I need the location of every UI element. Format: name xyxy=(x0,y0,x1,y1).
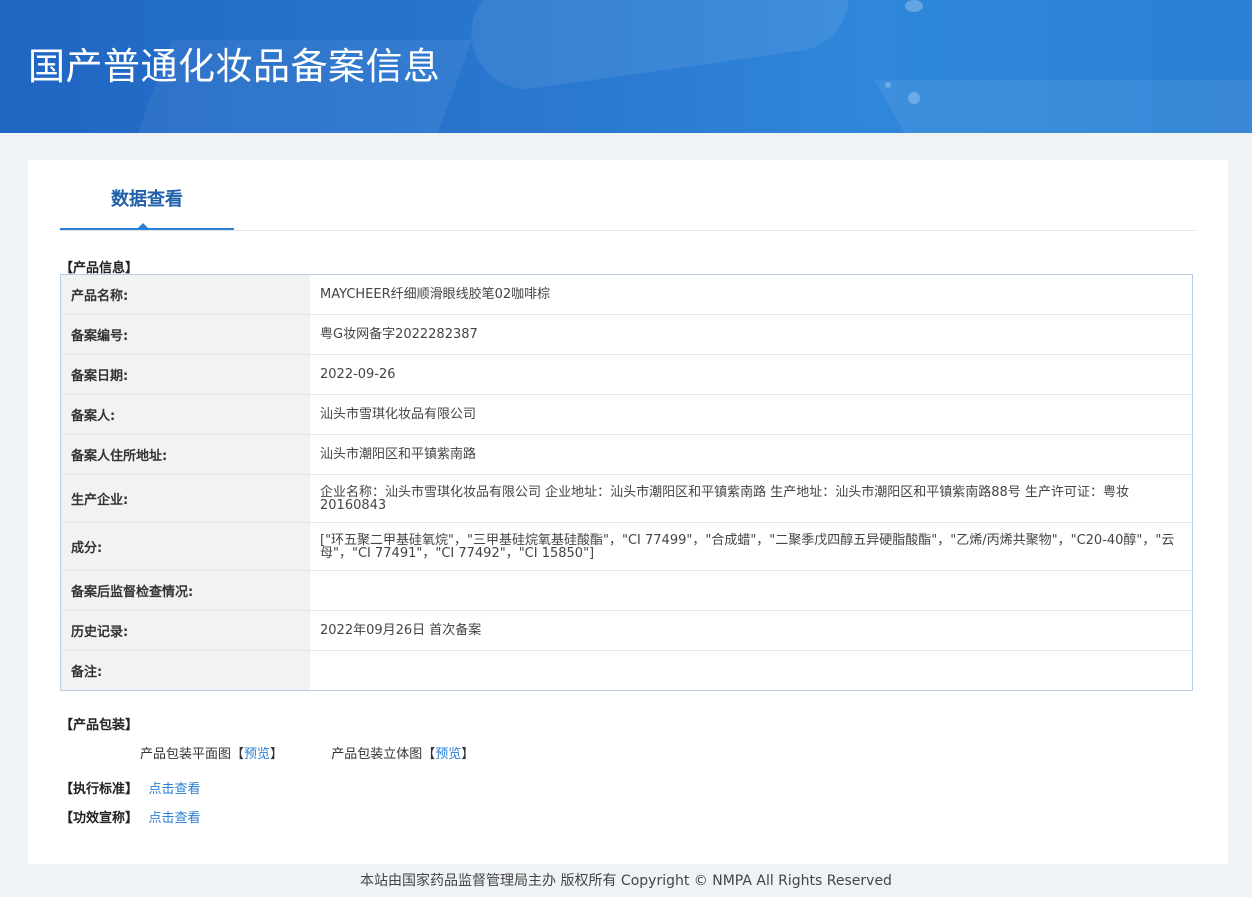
field-label: 成分: xyxy=(60,522,310,571)
flat-preview-link[interactable]: 预览 xyxy=(244,743,270,762)
field-label: 备案编号: xyxy=(60,314,310,355)
standard-label: 【执行标准】 xyxy=(60,782,139,797)
product-info-table: 产品名称: MAYCHEER纤细顺滑眼线胶笔02咖啡棕 备案编号: 粤G妆网备字… xyxy=(60,274,1193,691)
field-label: 备注: xyxy=(60,650,310,691)
bracket: 【 xyxy=(231,747,245,762)
content-card: 数据查看 【产品信息】 产品名称: MAYCHEER纤细顺滑眼线胶笔02咖啡棕 … xyxy=(28,160,1228,864)
field-value xyxy=(310,650,1193,691)
bracket: 】 xyxy=(461,747,475,762)
standard-view-link[interactable]: 点击查看 xyxy=(149,782,201,797)
solid-preview-link[interactable]: 预览 xyxy=(435,743,461,762)
field-value: ["环五聚二甲基硅氧烷"，"三甲基硅烷氧基硅酸酯"，"CI 77499"，"合成… xyxy=(310,522,1193,571)
table-row: 备案后监督检查情况: xyxy=(60,570,1193,611)
field-value: 粤G妆网备字2022282387 xyxy=(310,314,1193,355)
table-row: 备案编号: 粤G妆网备字2022282387 xyxy=(60,314,1193,355)
field-label: 备案日期: xyxy=(60,354,310,395)
tab-active-caret-icon xyxy=(136,223,150,230)
table-row: 备案日期: 2022-09-26 xyxy=(60,354,1193,395)
field-value xyxy=(310,570,1193,611)
field-value: 汕头市雪琪化妆品有限公司 xyxy=(310,394,1193,435)
bracket: 】 xyxy=(270,747,284,762)
tab-data-view[interactable]: 数据查看 xyxy=(60,160,234,230)
packaging-previews: 产品包装平面图【预览】 产品包装立体图 【预览】 xyxy=(140,743,474,762)
table-row: 备案人住所地址: 汕头市潮阳区和平镇紫南路 xyxy=(60,434,1193,475)
table-row: 备案人: 汕头市雪琪化妆品有限公司 xyxy=(60,394,1193,435)
field-label: 生产企业: xyxy=(60,474,310,523)
banner-decoration xyxy=(464,0,856,96)
banner-decoration xyxy=(874,80,1252,133)
flat-image-label: 产品包装平面图 xyxy=(140,747,232,762)
header-banner: 国产普通化妆品备案信息 xyxy=(0,0,1252,133)
field-value: 汕头市潮阳区和平镇紫南路 xyxy=(310,434,1193,475)
solid-image-label: 产品包装立体图 xyxy=(331,747,423,762)
table-row: 生产企业: 企业名称：汕头市雪琪化妆品有限公司 企业地址：汕头市潮阳区和平镇紫南… xyxy=(60,474,1193,523)
efficacy-label: 【功效宣称】 xyxy=(60,811,139,826)
standard-row: 【执行标准】 点击查看 xyxy=(60,778,201,797)
banner-dot xyxy=(885,82,891,88)
efficacy-row: 【功效宣称】 点击查看 xyxy=(60,807,201,826)
field-value: 企业名称：汕头市雪琪化妆品有限公司 企业地址：汕头市潮阳区和平镇紫南路 生产地址… xyxy=(310,474,1193,523)
table-row: 产品名称: MAYCHEER纤细顺滑眼线胶笔02咖啡棕 xyxy=(60,274,1193,315)
field-value: 2022年09月26日 首次备案 xyxy=(310,610,1193,651)
field-label: 备案人住所地址: xyxy=(60,434,310,475)
table-row: 备注: xyxy=(60,650,1193,691)
table-row: 成分: ["环五聚二甲基硅氧烷"，"三甲基硅烷氧基硅酸酯"，"CI 77499"… xyxy=(60,522,1193,571)
banner-dot xyxy=(908,92,920,104)
field-label: 历史记录: xyxy=(60,610,310,651)
page-title: 国产普通化妆品备案信息 xyxy=(28,45,441,88)
bracket: 【 xyxy=(422,747,436,762)
footer-copyright: 本站由国家药品监督管理局主办 版权所有 Copyright © NMPA All… xyxy=(360,873,892,889)
efficacy-view-link[interactable]: 点击查看 xyxy=(149,811,201,826)
field-value: 2022-09-26 xyxy=(310,354,1193,395)
field-label: 备案后监督检查情况: xyxy=(60,570,310,611)
field-value: MAYCHEER纤细顺滑眼线胶笔02咖啡棕 xyxy=(320,287,551,302)
field-label: 产品名称: xyxy=(60,274,310,315)
banner-dot xyxy=(905,0,923,12)
table-row: 历史记录: 2022年09月26日 首次备案 xyxy=(60,610,1193,651)
packaging-label: 【产品包装】 xyxy=(60,718,139,733)
tab-bar: 数据查看 xyxy=(60,160,1195,231)
field-label: 备案人: xyxy=(60,394,310,435)
